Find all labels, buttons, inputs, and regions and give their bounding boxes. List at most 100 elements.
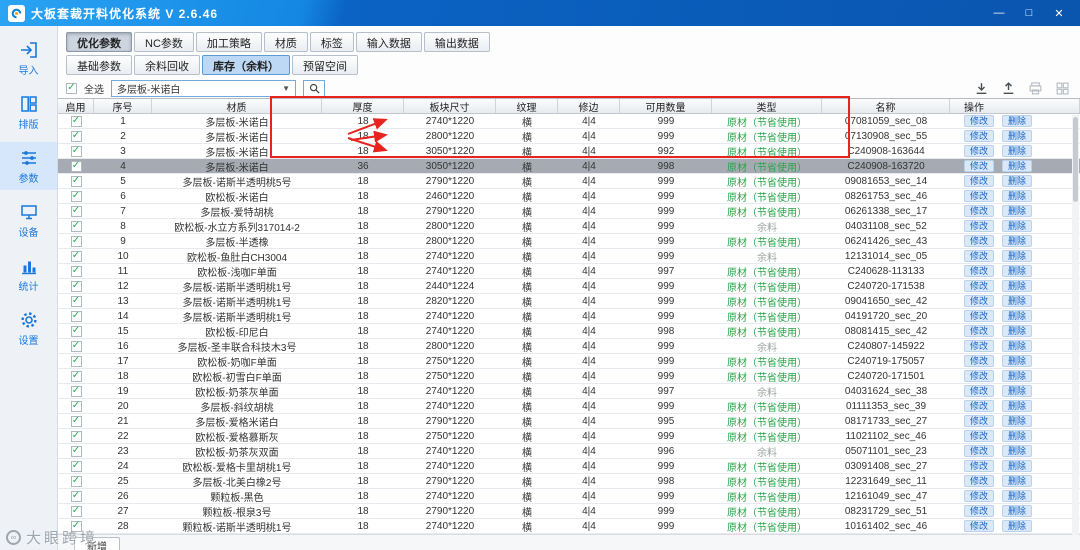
edit-button[interactable]: 修改 — [964, 160, 995, 172]
table-row[interactable]: ✓ 11 欧松板-浅咖F单面 18 2740*1220 横 4|4 997 原材（节省使用） C2… — [58, 264, 1080, 279]
edit-button[interactable]: 修改 — [964, 415, 995, 427]
scrollbar-thumb[interactable] — [1073, 117, 1078, 202]
subtab-基础参数[interactable]: 基础参数 — [66, 55, 132, 75]
row-checkbox[interactable]: ✓ — [70, 280, 82, 292]
row-checkbox[interactable]: ✓ — [70, 235, 82, 247]
sidebar-item-import[interactable]: 导入 — [0, 34, 57, 82]
delete-button[interactable]: 删除 — [1002, 460, 1033, 472]
vertical-scrollbar[interactable] — [1072, 115, 1079, 535]
export-icon[interactable] — [974, 81, 989, 96]
delete-button[interactable]: 删除 — [1002, 505, 1033, 517]
close-button[interactable]: ✕ — [1052, 7, 1066, 20]
table-row[interactable]: ✓ 9 多层板-半透橡 18 2800*1220 横 4|4 999 原材（节省使用） 06241… — [58, 234, 1080, 249]
edit-button[interactable]: 修改 — [964, 310, 995, 322]
delete-button[interactable]: 删除 — [1002, 340, 1033, 352]
row-checkbox[interactable]: ✓ — [70, 460, 82, 472]
add-button[interactable]: 新增 — [74, 537, 120, 550]
delete-button[interactable]: 删除 — [1002, 370, 1033, 382]
delete-button[interactable]: 删除 — [1002, 220, 1033, 232]
table-row[interactable]: ✓ 21 多层板-爱格米诺白 18 2790*1220 横 4|4 995 原材（节省使用） 08… — [58, 414, 1080, 429]
table-row[interactable]: ✓ 19 欧松板-奶茶灰单面 18 2740*1220 横 4|4 997 余料 04031624… — [58, 384, 1080, 399]
delete-button[interactable]: 删除 — [1002, 475, 1033, 487]
delete-button[interactable]: 删除 — [1002, 145, 1033, 157]
delete-button[interactable]: 删除 — [1002, 295, 1033, 307]
edit-button[interactable]: 修改 — [964, 190, 995, 202]
delete-button[interactable]: 删除 — [1002, 250, 1033, 262]
row-checkbox[interactable]: ✓ — [70, 160, 82, 172]
edit-button[interactable]: 修改 — [964, 475, 995, 487]
tab-输入数据[interactable]: 输入数据 — [355, 32, 422, 52]
edit-button[interactable]: 修改 — [964, 505, 995, 517]
table-row[interactable]: ✓ 14 多层板-诺斯半透明桃1号 18 2740*1220 横 4|4 999 原材（节省使用… — [58, 309, 1080, 324]
edit-button[interactable]: 修改 — [964, 295, 995, 307]
row-checkbox[interactable]: ✓ — [70, 115, 82, 127]
row-checkbox[interactable]: ✓ — [70, 295, 82, 307]
sidebar-item-device[interactable]: 设备 — [0, 196, 57, 244]
row-checkbox[interactable]: ✓ — [70, 370, 82, 382]
delete-button[interactable]: 删除 — [1002, 445, 1033, 457]
table-row[interactable]: ✓ 18 欧松板-初雪白F单面 18 2750*1220 横 4|4 999 原材（节省使用） C… — [58, 369, 1080, 384]
table-row[interactable]: ✓ 16 多层板-圣丰联合科技木3号 18 2800*1220 横 4|4 999 余料 C240… — [58, 339, 1080, 354]
delete-button[interactable]: 删除 — [1002, 430, 1033, 442]
edit-button[interactable]: 修改 — [964, 235, 995, 247]
row-checkbox[interactable]: ✓ — [70, 310, 82, 322]
table-row[interactable]: ✓ 13 多层板-诺斯半透明桃1号 18 2820*1220 横 4|4 999 原材（节省使用… — [58, 294, 1080, 309]
sidebar-item-stats[interactable]: 统计 — [0, 250, 57, 298]
table-row[interactable]: ✓ 1 多层板-米诺白 18 2740*1220 横 4|4 999 原材（节省使用） 07081… — [58, 114, 1080, 129]
search-button[interactable] — [303, 79, 325, 97]
edit-button[interactable]: 修改 — [964, 430, 995, 442]
delete-button[interactable]: 删除 — [1002, 160, 1033, 172]
subtab-预留空间[interactable]: 预留空间 — [292, 55, 358, 75]
delete-button[interactable]: 删除 — [1002, 310, 1033, 322]
table-row[interactable]: ✓ 2 多层板-米诺白 18 2800*1220 横 4|4 999 原材（节省使用） 07130… — [58, 129, 1080, 144]
edit-button[interactable]: 修改 — [964, 445, 995, 457]
row-checkbox[interactable]: ✓ — [70, 355, 82, 367]
edit-button[interactable]: 修改 — [964, 130, 995, 142]
subtab-库存（余料）[interactable]: 库存（余料） — [202, 55, 290, 75]
table-row[interactable]: ✓ 10 欧松板-鱼肚白CH3004 18 2740*1220 横 4|4 999 余料 1213… — [58, 249, 1080, 264]
row-checkbox[interactable]: ✓ — [70, 220, 82, 232]
table-row[interactable]: ✓ 7 多层板-爱特胡桃 18 2790*1220 横 4|4 999 原材（节省使用） 0626… — [58, 204, 1080, 219]
table-row[interactable]: ✓ 3 多层板-米诺白 18 3050*1220 横 4|4 992 原材（节省使用） C2409… — [58, 144, 1080, 159]
print-icon[interactable] — [1028, 81, 1043, 96]
select-all-checkbox[interactable]: ✓ — [66, 82, 77, 94]
edit-button[interactable]: 修改 — [964, 490, 995, 502]
table-row[interactable]: ✓ 20 多层板-斜纹胡桃 18 2740*1220 横 4|4 999 原材（节省使用） 011… — [58, 399, 1080, 414]
edit-button[interactable]: 修改 — [964, 220, 995, 232]
table-row[interactable]: ✓ 8 欧松板-水立方系列317014-2 18 2800*1220 横 4|4 999 余料 0… — [58, 219, 1080, 234]
edit-button[interactable]: 修改 — [964, 175, 995, 187]
minimize-button[interactable]: — — [992, 7, 1006, 20]
maximize-button[interactable]: □ — [1022, 7, 1036, 20]
edit-button[interactable]: 修改 — [964, 520, 995, 532]
delete-button[interactable]: 删除 — [1002, 400, 1033, 412]
delete-button[interactable]: 删除 — [1002, 385, 1033, 397]
tab-优化参数[interactable]: 优化参数 — [66, 32, 132, 52]
delete-button[interactable]: 删除 — [1002, 115, 1033, 127]
row-checkbox[interactable]: ✓ — [70, 340, 82, 352]
table-row[interactable]: ✓ 5 多层板-诺斯半透明桃5号 18 2790*1220 横 4|4 999 原材（节省使用）… — [58, 174, 1080, 189]
delete-button[interactable]: 删除 — [1002, 175, 1033, 187]
edit-button[interactable]: 修改 — [964, 325, 995, 337]
row-checkbox[interactable]: ✓ — [70, 445, 82, 457]
row-checkbox[interactable]: ✓ — [70, 385, 82, 397]
table-row[interactable]: ✓ 12 多层板-诺斯半透明桃1号 18 2440*1224 横 4|4 999 原材（节省使用… — [58, 279, 1080, 294]
row-checkbox[interactable]: ✓ — [70, 325, 82, 337]
row-checkbox[interactable]: ✓ — [70, 505, 82, 517]
edit-button[interactable]: 修改 — [964, 265, 995, 277]
row-checkbox[interactable]: ✓ — [70, 430, 82, 442]
row-checkbox[interactable]: ✓ — [70, 145, 82, 157]
row-checkbox[interactable]: ✓ — [70, 130, 82, 142]
delete-button[interactable]: 删除 — [1002, 265, 1033, 277]
table-row[interactable]: ✓ 25 多层板-北美白橡2号 18 2790*1220 横 4|4 998 原材（节省使用） 1… — [58, 474, 1080, 489]
delete-button[interactable]: 删除 — [1002, 190, 1033, 202]
edit-button[interactable]: 修改 — [964, 205, 995, 217]
table-row[interactable]: ✓ 23 欧松板-奶茶灰双面 18 2740*1220 横 4|4 996 余料 05071101… — [58, 444, 1080, 459]
edit-button[interactable]: 修改 — [964, 280, 995, 292]
delete-button[interactable]: 删除 — [1002, 490, 1033, 502]
edit-button[interactable]: 修改 — [964, 340, 995, 352]
tab-输出数据[interactable]: 输出数据 — [423, 32, 490, 52]
row-checkbox[interactable]: ✓ — [70, 490, 82, 502]
share-icon[interactable] — [1001, 81, 1016, 96]
delete-button[interactable]: 删除 — [1002, 130, 1033, 142]
row-checkbox[interactable]: ✓ — [70, 205, 82, 217]
